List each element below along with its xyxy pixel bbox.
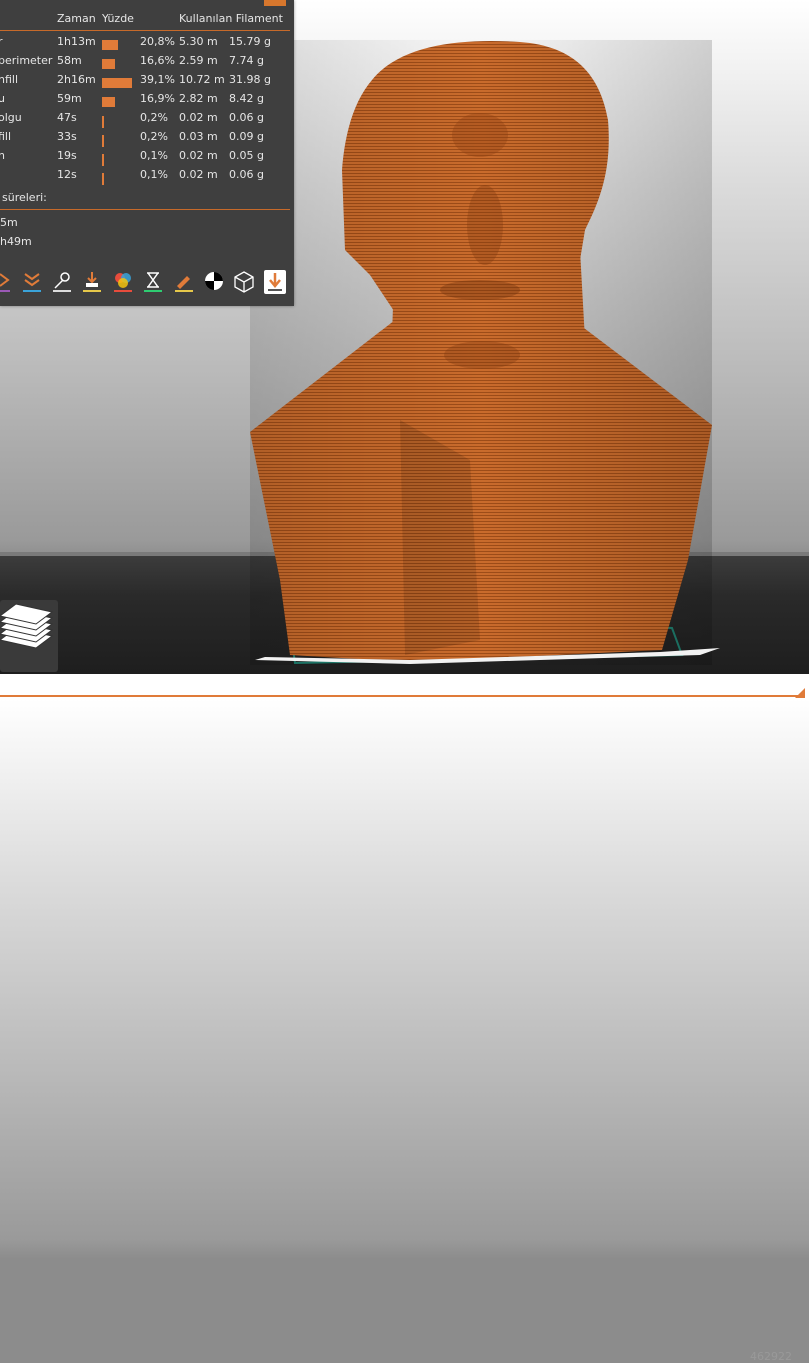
feature-name: fill bbox=[0, 130, 12, 143]
feature-percent: 16,9% bbox=[140, 92, 175, 105]
feature-time: 59m bbox=[57, 92, 82, 105]
travel-icon[interactable] bbox=[0, 270, 14, 294]
feature-percent-bar bbox=[102, 154, 104, 166]
feature-percent: 0,1% bbox=[140, 168, 168, 181]
deretractions-icon[interactable] bbox=[81, 270, 103, 294]
feature-percent: 16,6% bbox=[140, 54, 175, 67]
feature-grams: 8.42 g bbox=[229, 92, 264, 105]
wipe-icon[interactable] bbox=[21, 270, 43, 294]
layer-slider-track[interactable] bbox=[0, 695, 800, 697]
header-kullanilan-filament: Kullanılan Filament bbox=[179, 12, 283, 25]
feature-meters: 2.59 m bbox=[179, 54, 218, 67]
panel-collapse-tab[interactable] bbox=[264, 0, 286, 6]
layers-view-button[interactable] bbox=[0, 600, 58, 672]
feature-row: perimeter 58m 16,6% 2.59 m 7.74 g bbox=[0, 54, 294, 73]
feature-name: r bbox=[0, 35, 3, 48]
feature-percent: 20,8% bbox=[140, 35, 175, 48]
feature-grams: 0.06 g bbox=[229, 168, 264, 181]
feature-name: nfill bbox=[0, 73, 19, 86]
feature-percent-bar bbox=[102, 97, 115, 107]
feature-row: nfill 2h16m 39,1% 10.72 m 31.98 g bbox=[0, 73, 294, 92]
feature-percent-bar bbox=[102, 135, 104, 147]
slider-thumb[interactable] bbox=[795, 688, 805, 698]
feature-row: fill 33s 0,2% 0.03 m 0.09 g bbox=[0, 130, 294, 149]
feature-name: n bbox=[0, 149, 5, 162]
header-divider bbox=[0, 30, 290, 31]
time-line-1: 5m bbox=[0, 216, 18, 229]
header-yuzde: Yüzde bbox=[102, 12, 134, 25]
feature-row: u 59m 16,9% 2.82 m 8.42 g bbox=[0, 92, 294, 111]
feature-time: 58m bbox=[57, 54, 82, 67]
feature-percent: 0,2% bbox=[140, 130, 168, 143]
feature-percent-bar bbox=[102, 59, 115, 69]
feature-time: 1h13m bbox=[57, 35, 96, 48]
feature-row: olgu 47s 0,2% 0.02 m 0.06 g bbox=[0, 111, 294, 130]
feature-time: 33s bbox=[57, 130, 77, 143]
color-changes-icon[interactable] bbox=[112, 270, 134, 294]
feature-time: 12s bbox=[57, 168, 77, 181]
feature-grams: 31.98 g bbox=[229, 73, 271, 86]
feature-meters: 0.02 m bbox=[179, 111, 218, 124]
feature-grams: 0.09 g bbox=[229, 130, 264, 143]
feature-row: r 1h13m 20,8% 5.30 m 15.79 g bbox=[0, 35, 294, 54]
header-zaman: Zaman bbox=[57, 12, 96, 25]
feature-name: u bbox=[0, 92, 5, 105]
feature-percent-bar bbox=[102, 116, 104, 128]
feature-name: olgu bbox=[0, 111, 22, 124]
feature-time: 2h16m bbox=[57, 73, 96, 86]
slice-statistics-panel: Zaman Yüzde Kullanılan Filament r 1h13m 20… bbox=[0, 0, 294, 306]
view-id-label: 462922 bbox=[750, 1350, 792, 1363]
feature-percent-bar bbox=[102, 173, 104, 185]
retractions-icon[interactable] bbox=[51, 270, 73, 294]
feature-meters: 10.72 m bbox=[179, 73, 225, 86]
feature-meters: 0.02 m bbox=[179, 149, 218, 162]
pause-icon[interactable] bbox=[142, 270, 164, 294]
feature-grams: 7.74 g bbox=[229, 54, 264, 67]
shells-icon[interactable] bbox=[233, 270, 255, 294]
section-divider bbox=[0, 209, 290, 210]
feature-grams: 15.79 g bbox=[229, 35, 271, 48]
feature-percent: 39,1% bbox=[140, 73, 175, 86]
feature-percent-bar bbox=[102, 78, 132, 88]
view-options-toolbar bbox=[0, 268, 294, 298]
layers-stack-icon bbox=[0, 603, 54, 649]
feature-meters: 2.82 m bbox=[179, 92, 218, 105]
feature-percent-bar bbox=[102, 40, 118, 50]
feature-row: 12s 0,1% 0.02 m 0.06 g bbox=[0, 168, 294, 187]
feature-time: 47s bbox=[57, 111, 77, 124]
feature-percent: 0,1% bbox=[140, 149, 168, 162]
sureleri-label: süreleri: bbox=[2, 191, 47, 204]
feature-meters: 0.03 m bbox=[179, 130, 218, 143]
feature-percent: 0,2% bbox=[140, 111, 168, 124]
custom-gcode-icon[interactable] bbox=[173, 270, 195, 294]
feature-row: n 19s 0,1% 0.02 m 0.05 g bbox=[0, 149, 294, 168]
feature-meters: 0.02 m bbox=[179, 168, 218, 181]
time-line-2: h49m bbox=[0, 235, 32, 248]
feature-grams: 0.05 g bbox=[229, 149, 264, 162]
feature-meters: 5.30 m bbox=[179, 35, 218, 48]
tool-marker-icon[interactable] bbox=[264, 270, 286, 294]
feature-time: 19s bbox=[57, 149, 77, 162]
seams-icon[interactable] bbox=[203, 270, 225, 294]
feature-name: perimeter bbox=[0, 54, 53, 67]
feature-grams: 0.06 g bbox=[229, 111, 264, 124]
